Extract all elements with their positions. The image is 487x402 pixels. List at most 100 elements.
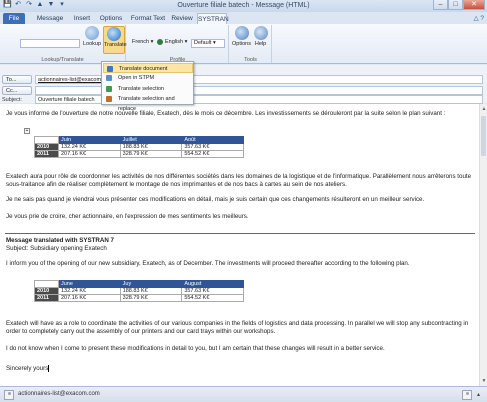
stpm-icon — [106, 75, 112, 81]
options-button[interactable]: Options — [232, 26, 251, 54]
table-header-cell — [34, 280, 59, 288]
maximize-button[interactable]: □ — [448, 0, 463, 10]
source-language-select[interactable]: French ▾ — [130, 39, 157, 48]
subject-label: Subject: — [2, 97, 22, 103]
en-intro-paragraph: I inform you of the opening of our new s… — [6, 260, 410, 267]
gear-icon — [234, 26, 249, 40]
table-row: 2010 132.24 K€ 188.83 K€ 357.63 K€ — [34, 287, 244, 295]
table-cell: 554.52 K€ — [181, 150, 244, 158]
closing-line: Sincerely yours — [6, 365, 50, 373]
scroll-down-icon[interactable]: ▼ — [481, 378, 487, 384]
table-cell: 357.63 K€ — [181, 287, 244, 295]
table-header-cell: Juillet — [119, 136, 183, 144]
tab-review[interactable]: Review — [171, 13, 193, 24]
avatar[interactable] — [4, 390, 14, 400]
table-cell: 328.79 K€ — [119, 150, 183, 158]
lookup-button[interactable]: Lookup — [82, 26, 102, 54]
table-move-handle[interactable]: + — [24, 128, 30, 134]
people-pane-name: actionnaires-list@exacom.com — [18, 391, 100, 397]
target-language-select[interactable]: English ▾ — [163, 39, 191, 48]
fr-paragraph-4: Je vous prie de croire, cher actionnaire… — [6, 213, 249, 220]
selection-icon — [106, 86, 112, 92]
lookup-translate-group: Lookup Translate Lookup/Translate — [0, 25, 127, 63]
people-pane: actionnaires-list@exacom.com ▴ — [0, 386, 487, 402]
translate-icon — [107, 27, 121, 41]
minimize-button[interactable]: – — [433, 0, 448, 10]
to-button[interactable]: To... — [2, 75, 32, 84]
en-paragraph-3: I do not know when I come to present the… — [6, 345, 385, 352]
table-header-cell: Juy — [119, 280, 183, 288]
window-title: Ouverture filiale batech - Message (HTML… — [177, 2, 310, 9]
ribbon-tabs: File Message Insert Options Format Text … — [0, 12, 487, 24]
fr-paragraph-2: Exatech aura pour rôle de coordonner les… — [6, 173, 472, 188]
title-bar: 💾 ↶ ↷ ▲ ▼ ▾ Ouverture filiale batech - M… — [0, 0, 487, 12]
table-row: 2011 207.16 K€ 328.79 K€ 554.52 K€ — [34, 294, 244, 302]
en-investment-table: June Juy August 2010 132.24 K€ 188.83 K€… — [34, 280, 244, 302]
cc-button[interactable]: Cc... — [2, 86, 32, 95]
contact-avatar[interactable] — [462, 390, 472, 400]
tab-message[interactable]: Message — [35, 13, 65, 24]
vertical-scrollbar[interactable]: ▲ ▼ — [479, 104, 487, 386]
table-year-cell: 2011 — [34, 150, 59, 158]
table-cell: 328.79 K€ — [119, 294, 183, 302]
tools-group-label: Tools — [244, 57, 257, 63]
document-icon — [107, 66, 113, 72]
tab-insert[interactable]: Insert — [71, 13, 93, 24]
menu-translate-document[interactable]: Translate document — [103, 63, 193, 73]
profile-group: French ▾ English ▾ Default ▾ Profile — [127, 25, 229, 63]
table-cell: 188.83 K€ — [119, 287, 183, 295]
tab-options[interactable]: Options — [98, 13, 124, 24]
fr-paragraph-3: Je ne sais pas quand je viendrai vous pr… — [6, 196, 425, 203]
table-header-row: June Juy August — [34, 280, 244, 288]
table-year-cell: 2010 — [34, 143, 59, 151]
table-row: 2010 132.24 K€ 188.83 K€ 357.63 K€ — [34, 143, 244, 151]
table-cell: 554.52 K€ — [181, 294, 244, 302]
translation-divider — [5, 233, 475, 234]
translated-subject: Subject: Subsidiary opening Exatech — [6, 245, 107, 252]
fr-intro-paragraph: Je vous informe de l'ouverture de notre … — [6, 110, 446, 117]
translated-heading: Message translated with SYSTRAN 7 — [6, 237, 114, 244]
table-header-cell: August — [181, 280, 244, 288]
message-header: To... actionnaires-list@exacom.com Cc...… — [0, 65, 487, 104]
table-cell: 188.83 K€ — [119, 143, 183, 151]
table-header-row: Juin Juillet Août — [34, 136, 244, 144]
table-cell: 132.24 K€ — [58, 287, 121, 295]
table-cell: 207.16 K€ — [58, 294, 121, 302]
table-header-cell: Juin — [58, 136, 121, 144]
tools-group: Options Help Tools — [230, 25, 272, 63]
help-button[interactable]: Help — [251, 26, 270, 54]
expand-people-pane-icon[interactable]: ▴ — [477, 391, 480, 398]
en-paragraph-2: Exatech will have as a role to coordinat… — [6, 320, 469, 335]
text-cursor — [48, 365, 50, 372]
fr-investment-table: Juin Juillet Août 2010 132.24 K€ 188.83 … — [34, 136, 244, 158]
menu-translate-selection[interactable]: Translate selection — [103, 84, 193, 94]
tab-file[interactable]: File — [3, 13, 25, 24]
window-controls: – □ ✕ — [433, 0, 485, 10]
tab-systran[interactable]: SYSTRAN — [197, 13, 229, 24]
table-cell: 357.63 K€ — [181, 143, 244, 151]
menu-translate-selection-replace[interactable]: Translate selection and replace — [103, 94, 193, 112]
profile-select[interactable]: Default ▾ — [191, 39, 225, 48]
tab-format-text[interactable]: Format Text — [130, 13, 166, 24]
question-icon — [253, 26, 268, 40]
translate-menu: Translate document Open in STPM Translat… — [101, 61, 194, 112]
lookup-combo[interactable] — [20, 39, 80, 48]
table-year-cell: 2011 — [34, 294, 59, 302]
table-cell: 132.24 K€ — [58, 143, 121, 151]
table-header-cell: June — [58, 280, 121, 288]
help-icon[interactable]: △ ? — [474, 14, 484, 22]
translate-button[interactable]: Translate — [103, 26, 127, 54]
ribbon: Lookup Translate Lookup/Translate French… — [0, 24, 487, 64]
table-header-cell — [34, 136, 59, 144]
table-header-cell: Août — [181, 136, 244, 144]
table-year-cell: 2010 — [34, 287, 59, 295]
magnifier-icon — [85, 26, 99, 40]
message-body[interactable]: Je vous informe de l'ouverture de notre … — [0, 104, 479, 386]
table-row: 2011 207.16 K€ 328.79 K€ 554.52 K€ — [34, 150, 244, 158]
close-button[interactable]: ✕ — [463, 0, 485, 10]
scroll-up-icon[interactable]: ▲ — [481, 106, 487, 112]
menu-open-in-stpm[interactable]: Open in STPM — [103, 73, 193, 83]
table-cell: 207.16 K€ — [58, 150, 121, 158]
replace-icon — [106, 96, 112, 102]
scrollbar-thumb[interactable] — [481, 116, 486, 156]
